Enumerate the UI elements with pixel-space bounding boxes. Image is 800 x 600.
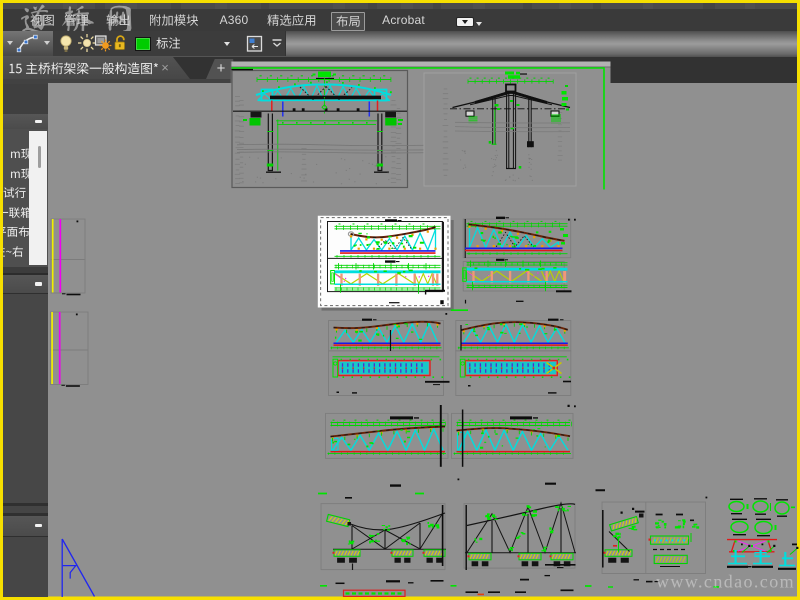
sheet-list-item[interactable]	[3, 164, 29, 184]
ribbon-tab-label: Acrobat	[382, 13, 425, 27]
spline-tool-group[interactable]	[3, 31, 54, 56]
cluster-details-mid	[601, 501, 706, 574]
sheet-list-item[interactable]	[3, 183, 29, 203]
canvas-watermark-text: www.cndao.com	[656, 572, 795, 592]
sheet-list-item[interactable]	[3, 203, 29, 223]
palette-divider	[3, 506, 48, 513]
cluster-truss-deck-left	[328, 318, 450, 396]
layer-freeze-icon[interactable]	[94, 34, 112, 52]
ribbon-overflow-dropdown[interactable]	[456, 17, 474, 27]
layer-combo-label	[155, 35, 181, 51]
layer-states-icon[interactable]	[246, 35, 266, 54]
cluster-truss-elevation-right	[451, 412, 574, 459]
sheet-list-item[interactable]	[3, 222, 29, 242]
spline-icon[interactable]	[16, 33, 40, 54]
ribbon-tab-label	[335, 13, 361, 29]
color-swatch	[135, 36, 151, 51]
scrollbar-thumb[interactable]	[37, 146, 41, 168]
caret-down-icon	[461, 20, 468, 24]
palette-section-header-1[interactable]	[3, 114, 48, 129]
sheet-list-item-label	[3, 205, 29, 220]
selected-sheet-paper[interactable]	[317, 215, 468, 315]
drawing-canvas[interactable]: www.cndao.com	[0, 0, 800, 600]
ribbon-tab-bar: A360 Acrobat	[3, 4, 797, 36]
new-tab-button[interactable]: +	[206, 58, 236, 79]
cluster-truss-deck-right	[455, 318, 572, 396]
blue-sketch-polyline	[61, 538, 96, 597]
left-palette	[3, 84, 49, 597]
divider-vlines	[439, 404, 576, 467]
unlock-icon[interactable]	[112, 34, 129, 52]
palette-section-header-3[interactable]	[3, 515, 48, 536]
file-tab-bar: × +	[3, 57, 797, 84]
sheet-list-item-label	[10, 146, 29, 161]
ribbon-tab-3[interactable]	[145, 12, 203, 29]
scatter-marks	[318, 478, 797, 598]
sheet-list-item-label	[10, 166, 29, 181]
ribbon-tab-label	[267, 12, 317, 28]
palette-section-body-3	[3, 535, 48, 597]
caret-down-icon[interactable]	[7, 41, 13, 45]
palette-scrollbar[interactable]	[29, 131, 47, 265]
collapse-minus-icon[interactable]	[34, 282, 42, 286]
cluster-truss-elevation-left	[325, 412, 449, 459]
cluster-anchor-span-left	[320, 503, 446, 571]
canvas-background[interactable]	[48, 61, 797, 597]
viewport-bridge-elevation	[231, 67, 605, 189]
viewport-pier-elevation	[423, 67, 605, 190]
sheet-list-item-label	[3, 244, 24, 259]
collapse-minus-icon[interactable]	[34, 119, 42, 123]
layer-combo[interactable]	[130, 34, 235, 53]
ribbon-tab-4[interactable]: A360	[217, 9, 251, 31]
light-bulb-icon[interactable]	[59, 34, 73, 53]
palette-divider	[3, 267, 48, 275]
caret-down-icon[interactable]	[44, 41, 50, 45]
file-tab-close-icon[interactable]: ×	[158, 60, 172, 75]
palette-section-body-2	[3, 293, 48, 504]
sheet-list-item[interactable]	[3, 144, 29, 164]
file-tab-label	[8, 60, 159, 77]
ribbon-tab-label	[149, 12, 199, 28]
cluster-anchor-span-right	[463, 501, 576, 570]
palette-sheet-list	[3, 129, 48, 267]
caret-down-icon	[224, 41, 230, 46]
cluster-bearing-details	[727, 498, 799, 570]
ribbon-tab-label: A360	[219, 13, 249, 27]
ribbon-tab-5[interactable]	[263, 12, 321, 29]
sheet-list-item-label	[3, 224, 29, 239]
cluster-truss-layout-right	[462, 216, 576, 304]
sheet-list-item-label	[3, 185, 26, 200]
sheet-list-item[interactable]	[3, 242, 29, 262]
palette-section-header-2[interactable]	[3, 275, 48, 293]
ribbon-tab-7[interactable]: Acrobat	[378, 9, 430, 31]
palette-top	[3, 84, 48, 115]
cluster-left-strips	[49, 218, 89, 387]
collapse-minus-icon[interactable]	[34, 523, 42, 527]
ribbon-tab-6[interactable]	[330, 11, 366, 31]
ribbon-collapse-icon[interactable]	[271, 39, 283, 49]
ribbon-toolbar	[3, 31, 797, 58]
ribbon-overflow-caret-icon[interactable]	[476, 22, 482, 26]
